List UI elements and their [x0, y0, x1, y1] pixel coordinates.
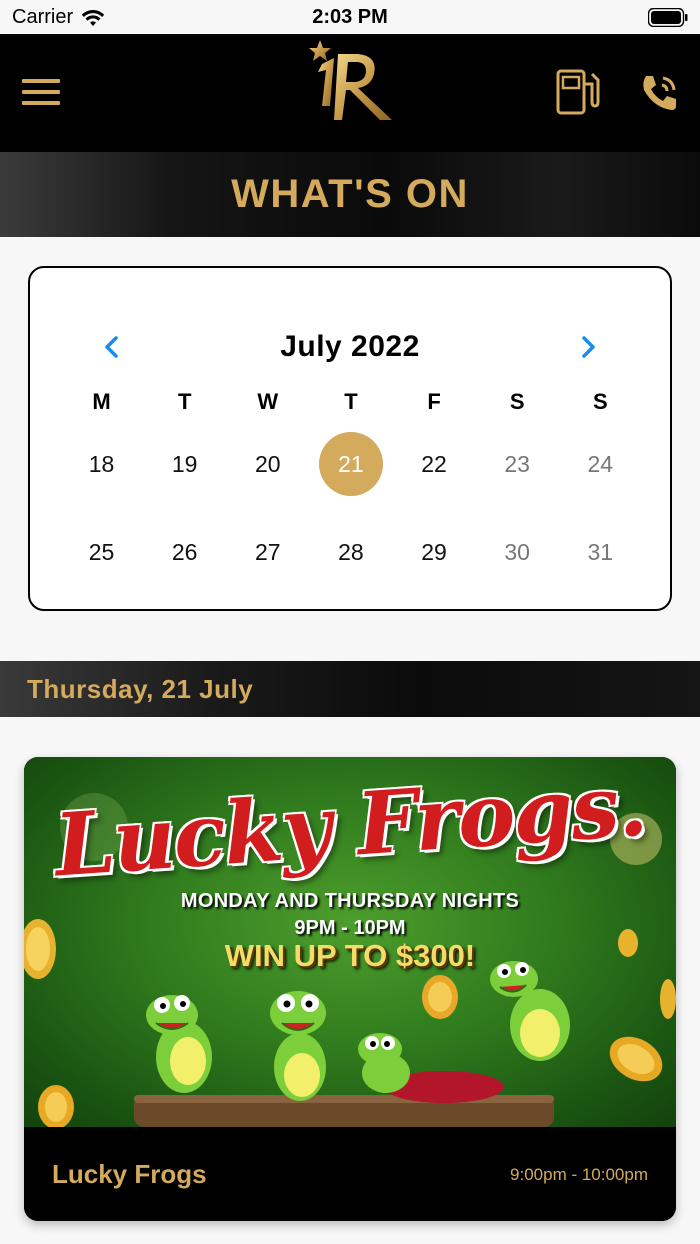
fuel-pump-icon[interactable]	[552, 66, 604, 118]
frog-3	[358, 1033, 504, 1103]
calendar-day[interactable]: 25	[70, 520, 134, 584]
calendar-day[interactable]: 27	[236, 520, 300, 584]
event-card[interactable]: Lucky Frogs. MONDAY AND THURSDAY NIGHTS …	[24, 757, 676, 1221]
phone-call-icon[interactable]	[636, 70, 682, 116]
page-banner: WHAT'S ON	[0, 152, 700, 237]
calendar-day[interactable]: 22	[402, 432, 466, 496]
status-time: 2:03 PM	[312, 6, 388, 28]
hamburger-menu-icon[interactable]	[22, 79, 60, 109]
calendar-day[interactable]: 24	[568, 432, 632, 496]
frog-4	[490, 961, 570, 1061]
calendar-day[interactable]: 20	[236, 432, 300, 496]
weekday-label: T	[177, 389, 192, 414]
calendar-grid: M T W T F S S 18 19 20 21 22 23 24 25 26…	[60, 384, 642, 596]
event-title: Lucky Frogs	[52, 1159, 207, 1189]
status-bar: Carrier 2:03 PM	[0, 0, 700, 34]
calendar: July 2022 M T W T F S S 18 19 20 21 22 2…	[28, 266, 672, 611]
event-time: 9:00pm - 10:00pm	[510, 1165, 648, 1184]
calendar-day[interactable]: 26	[153, 520, 217, 584]
promo-schedule-days: MONDAY AND THURSDAY NIGHTS	[180, 890, 520, 912]
weekday-label: T	[344, 389, 358, 414]
weekday-label: M	[92, 389, 111, 414]
frog-2	[270, 991, 326, 1101]
calendar-day[interactable]: 31	[568, 520, 632, 584]
battery-icon	[648, 8, 688, 27]
calendar-day[interactable]: 29	[402, 520, 466, 584]
selected-date-label: Thursday, 21 July	[27, 673, 254, 704]
calendar-day[interactable]: 30	[485, 520, 549, 584]
calendar-week-row: 25 26 27 28 29 30 31	[60, 508, 642, 596]
calendar-month-label: July 2022	[280, 330, 420, 363]
calendar-day[interactable]: 18	[70, 432, 134, 496]
event-footer: Lucky Frogs 9:00pm - 10:00pm	[24, 1127, 676, 1221]
frog-1	[146, 995, 212, 1093]
calendar-day-selected[interactable]: 21	[318, 432, 383, 496]
date-banner: Thursday, 21 July	[0, 661, 700, 717]
calendar-day[interactable]: 19	[153, 432, 217, 496]
event-promo-image: Lucky Frogs. MONDAY AND THURSDAY NIGHTS …	[24, 757, 676, 1127]
calendar-day[interactable]: 28	[319, 520, 383, 584]
page-title: WHAT'S ON	[231, 172, 469, 216]
weekday-label: F	[427, 389, 441, 414]
chevron-right-icon[interactable]	[576, 332, 600, 362]
star-r-logo[interactable]	[300, 38, 400, 124]
calendar-day[interactable]: 23	[485, 432, 549, 496]
calendar-week-row: 18 19 20 21 22 23 24	[60, 420, 642, 508]
promo-prize: WIN UP TO $300!	[224, 938, 476, 973]
weekday-header-row: M T W T F S S	[60, 384, 642, 420]
weekday-label: W	[257, 389, 279, 414]
promo-schedule-hours: 9PM - 10PM	[294, 917, 406, 939]
app-header	[0, 34, 700, 152]
weekday-label: S	[509, 389, 525, 414]
weekday-label: S	[592, 389, 608, 414]
